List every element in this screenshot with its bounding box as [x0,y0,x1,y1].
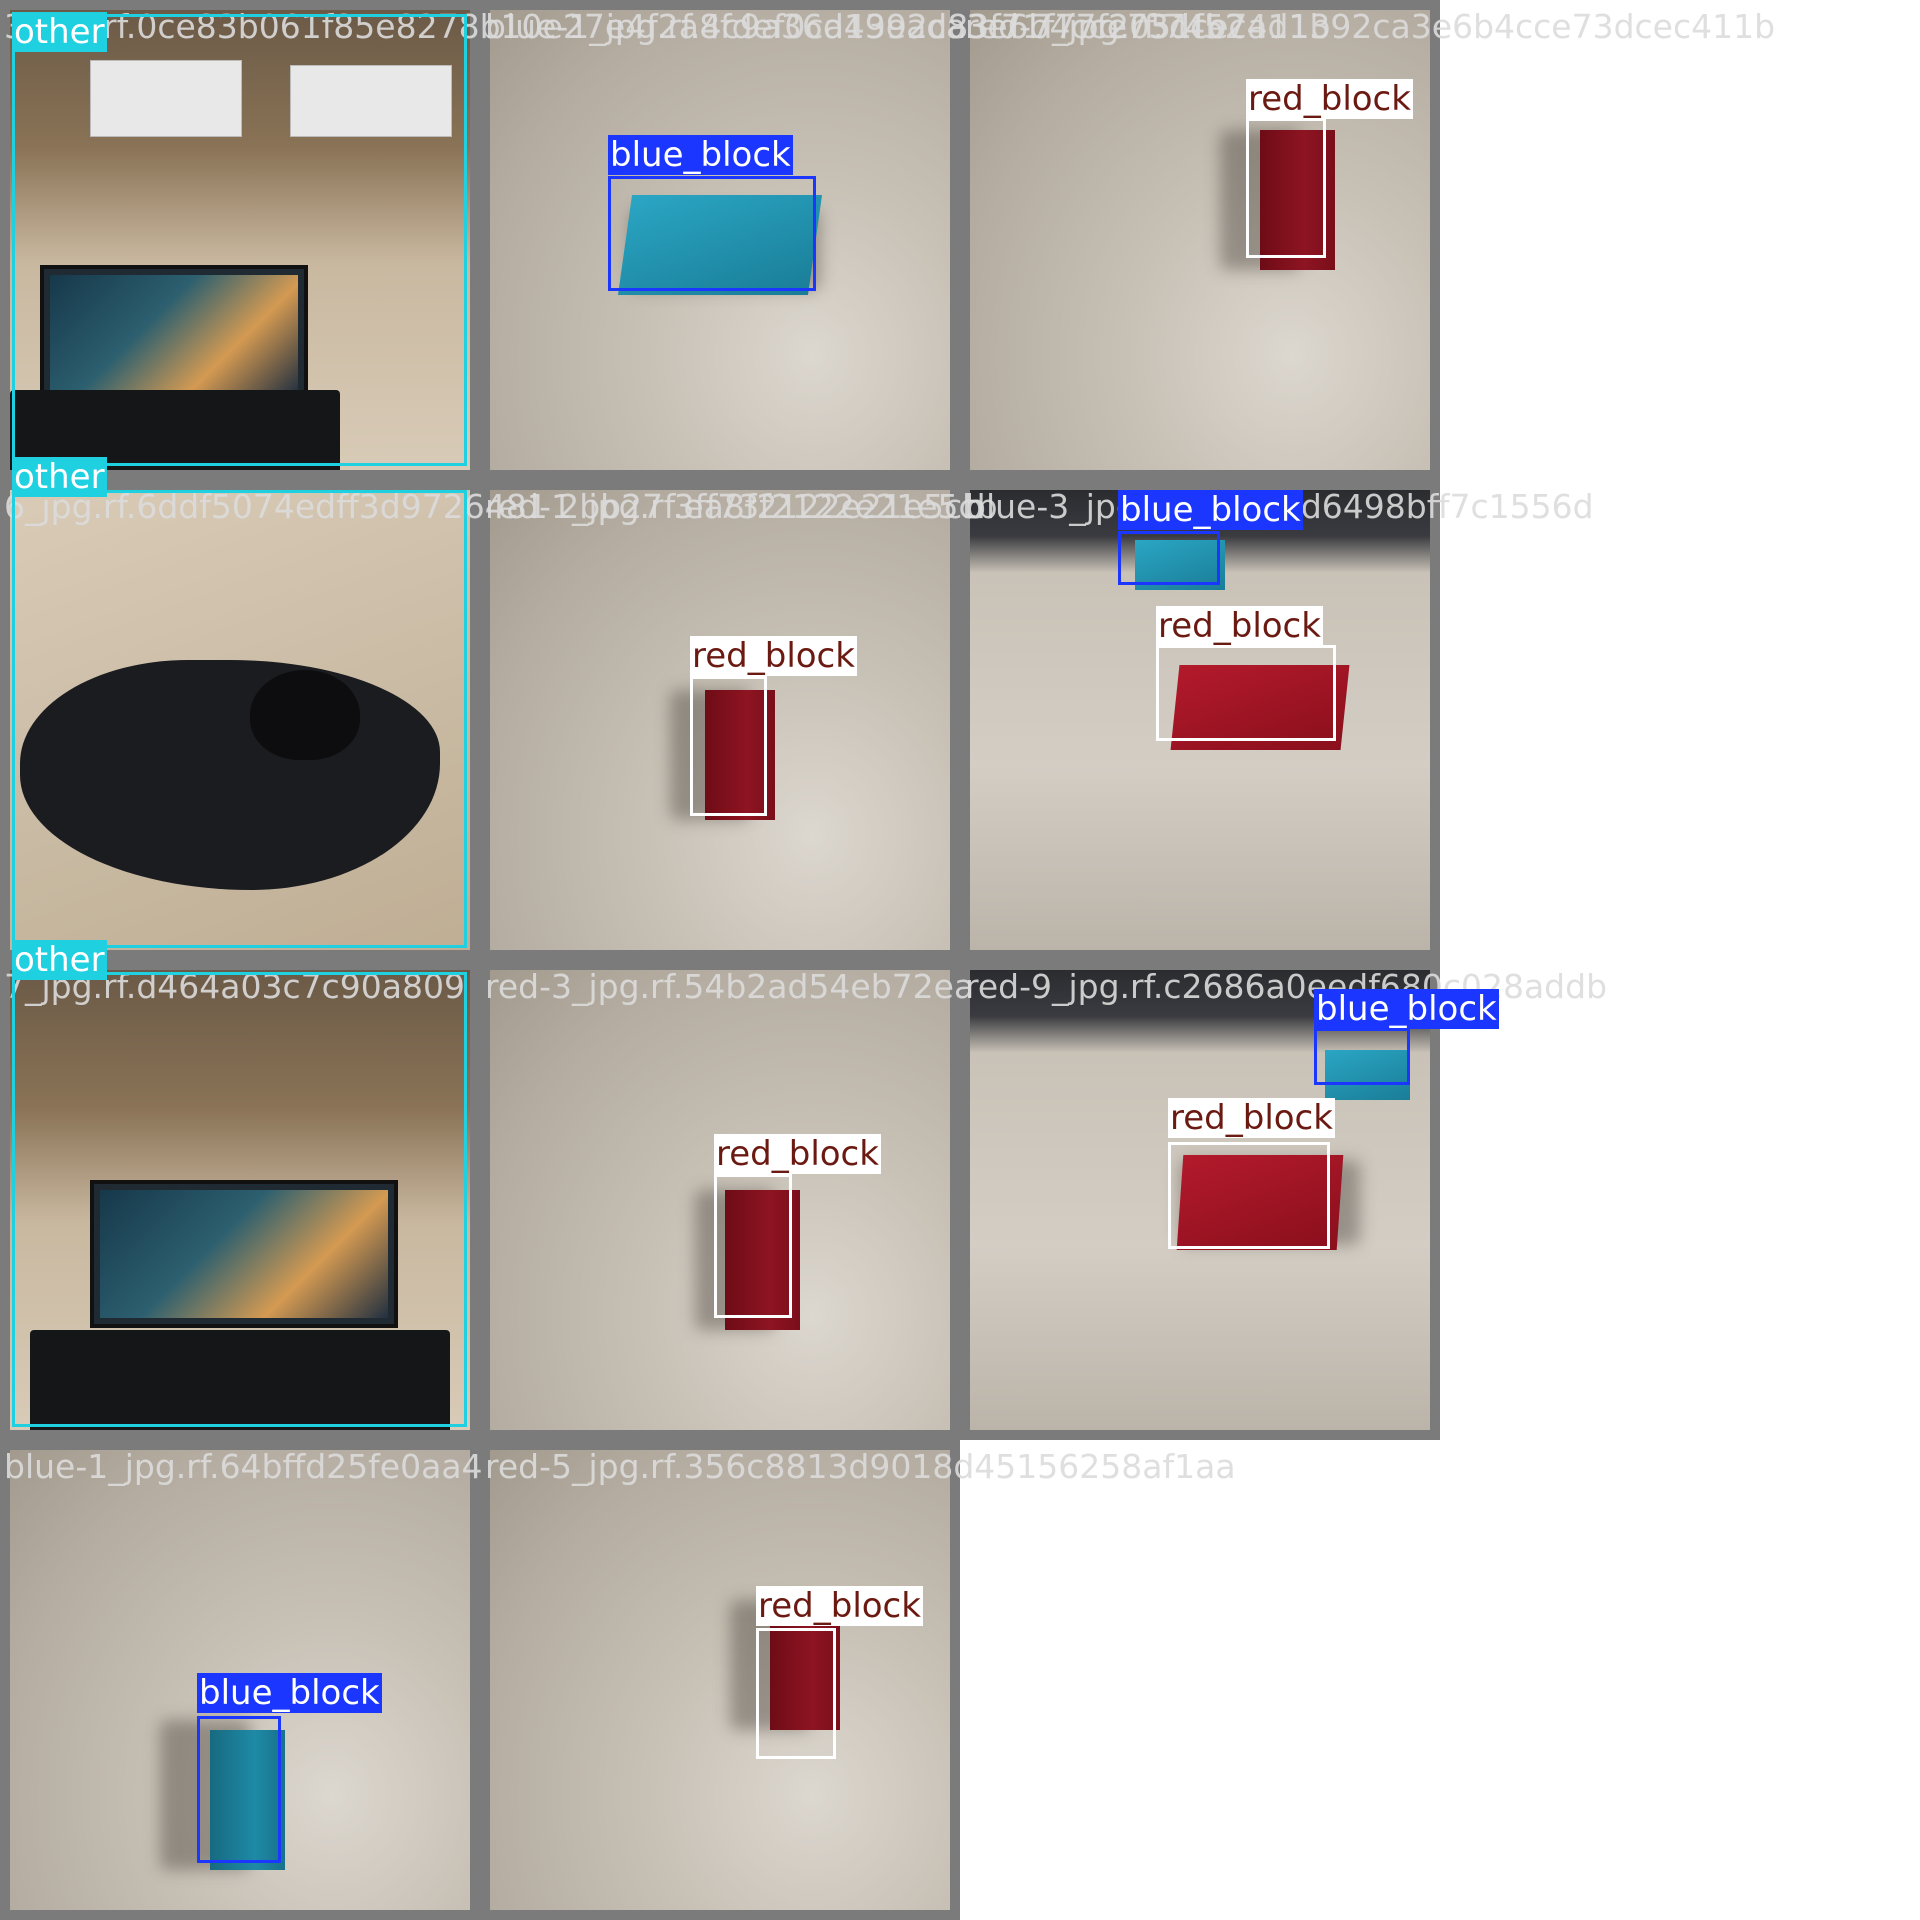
label-other: other [12,457,107,497]
bbox-red-block [756,1628,836,1759]
bbox-red-block [1246,118,1326,258]
tile-filename: red-7_jpg.rf.74b7ad1392ca3e6b4cce73dcec4… [965,7,1776,46]
tile-filename: red-3_jpg.rf.54b2ad54eb72ea [485,967,975,1006]
mosaic-canvas: { "tiles": [ {"filename": "3_jpg.rf.0ce8… [0,0,1920,1920]
label-other: other [12,12,107,52]
bbox-red-block [1156,645,1336,741]
tile-filename: red-9_jpg.rf.c2686a0eedf680c028addb [965,967,1608,1006]
tile-filename: red-5_jpg.rf.356c8813d9018d45156258af1aa [485,1447,1236,1486]
label-red-block: red_block [714,1134,881,1174]
label-red-block: red_block [1246,79,1413,119]
bbox-blue-block [608,176,816,291]
label-red-block: red_block [690,636,857,676]
bbox-red-block [714,1174,792,1318]
bbox-other [12,490,467,948]
bbox-blue-block [197,1716,281,1863]
bbox-other [12,14,467,466]
tile-11 [480,1440,960,1920]
bbox-red-block [690,676,767,816]
label-red-block: red_block [756,1586,923,1626]
bbox-blue-block [1314,1028,1410,1085]
label-blue-block: blue_block [1314,989,1499,1029]
bbox-blue-block [1118,531,1220,585]
label-red-block: red_block [1156,606,1323,646]
tile-filename: blue-1_jpg.rf.64bffd25fe0aa4 [4,1447,483,1486]
label-red-block: red_block [1168,1098,1335,1138]
label-other: other [12,940,107,980]
tile-filename: red-1_jpg.rf.ea8f2122e21e5cb [485,487,984,526]
label-blue-block: blue_block [197,1673,382,1713]
label-blue-block: blue_block [608,135,793,175]
label-blue-block: blue_block [1118,490,1303,530]
bbox-other [12,972,467,1427]
tile-3 [960,0,1440,480]
bbox-red-block [1168,1142,1330,1249]
